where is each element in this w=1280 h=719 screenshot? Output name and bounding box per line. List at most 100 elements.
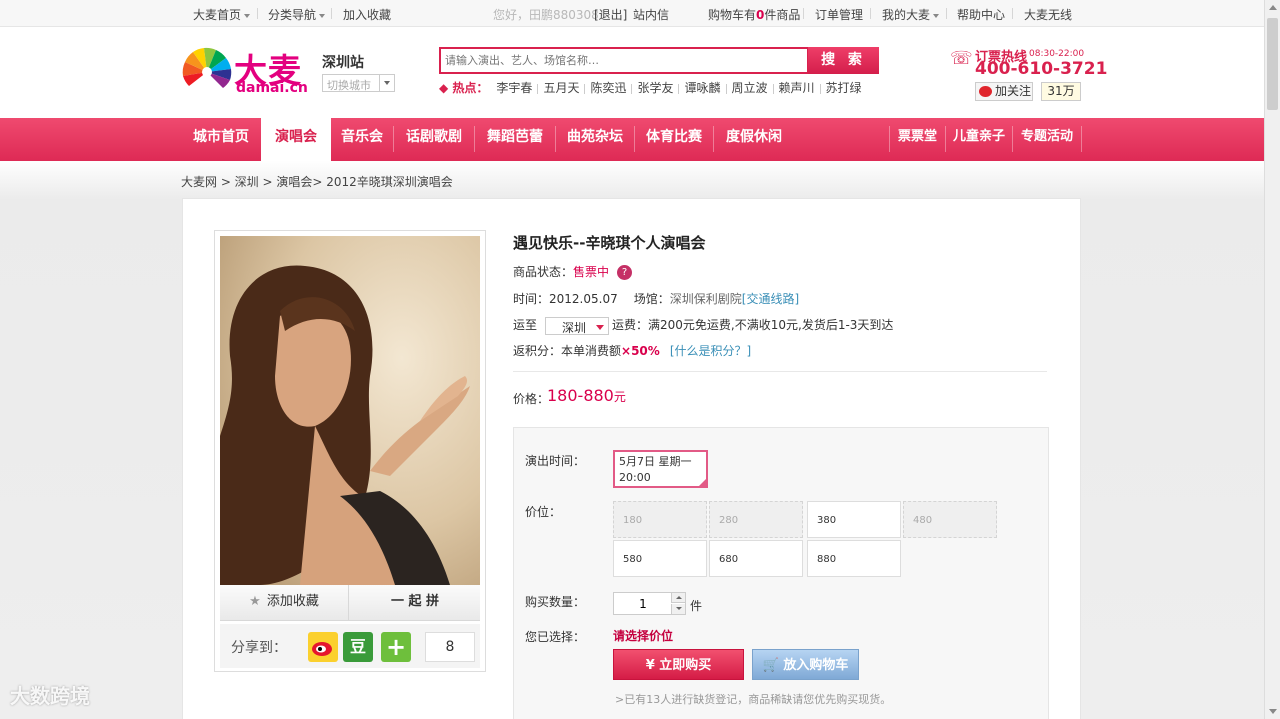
increment-icon[interactable]	[671, 593, 685, 603]
decrement-icon[interactable]	[671, 604, 685, 614]
search-input[interactable]	[441, 49, 807, 72]
nav-sports[interactable]: 体育比赛	[635, 118, 713, 161]
show-time-label: 演出时间：	[525, 454, 586, 468]
watermark: 大数跨境	[10, 684, 90, 708]
quantity-input[interactable]	[614, 593, 672, 614]
nav-piaopiaotang[interactable]: 票票堂	[890, 118, 945, 161]
add-to-cart-button[interactable]: 🛒 放入购物车	[752, 649, 859, 680]
hot-item[interactable]: 陈奕迅	[590, 81, 626, 95]
nav-drama[interactable]: 话剧歌剧	[394, 118, 474, 161]
logout-link[interactable]: [退出]	[594, 6, 627, 23]
hot-item[interactable]: 赖声川	[779, 81, 815, 95]
chosen-label: 您已选择：	[525, 630, 586, 644]
artist-photo[interactable]	[220, 236, 480, 585]
city-switch-select[interactable]: 切换城市	[322, 74, 395, 92]
photo-actions: ★ 添加收藏 一 起 拼	[220, 585, 480, 621]
stock-note: >已有13人进行缺货登记，商品稀缺请您优先购买现货。	[615, 693, 892, 706]
share-bar: 分享到： 豆 + 8	[220, 624, 480, 668]
product-title: 遇见快乐--辛晓琪个人演唱会	[513, 234, 706, 252]
messages-link[interactable]: 站内信	[633, 6, 669, 23]
price-option-180[interactable]: 180	[613, 501, 707, 538]
price-option-380[interactable]: 380	[807, 501, 901, 538]
weibo-icon	[979, 86, 992, 97]
nav-specials[interactable]: 专题活动	[1013, 118, 1081, 161]
logo-flower-icon[interactable]	[181, 46, 233, 94]
my-damai-link[interactable]: 我的大麦	[882, 6, 940, 23]
chevron-down-icon	[319, 13, 326, 18]
status-badge: 售票中	[573, 265, 610, 279]
hot-item[interactable]: 李宇春	[496, 81, 532, 95]
nav-variety[interactable]: 曲苑杂坛	[556, 118, 634, 161]
points-value: ×50%	[621, 344, 660, 358]
weibo-follow-button[interactable]: 加关注	[975, 82, 1033, 101]
hotline-hours: 08:30-22:00	[1029, 49, 1085, 59]
home-link[interactable]: 大麦首页	[193, 6, 251, 23]
points-help-link[interactable]: [什么是积分？]	[670, 344, 751, 358]
ship-city-select[interactable]: 深圳	[545, 316, 610, 335]
search-box[interactable]	[439, 47, 809, 74]
page-scrollbar[interactable]	[1264, 0, 1280, 719]
nav-leisure[interactable]: 度假休闲	[714, 118, 794, 161]
search-button[interactable]: 搜 索	[808, 47, 879, 74]
hot-item[interactable]: 张学友	[637, 81, 673, 95]
scroll-thumb[interactable]	[1267, 18, 1278, 110]
divider	[803, 8, 804, 19]
price-range: 180-880元	[547, 386, 626, 405]
selected-check-icon	[699, 479, 706, 486]
share-count: 8	[425, 632, 475, 662]
category-nav-link[interactable]: 分类导航	[268, 6, 326, 23]
price-option-580[interactable]: 580	[613, 540, 707, 577]
route-link[interactable]: [交通线路]	[742, 292, 799, 306]
divider	[257, 8, 258, 19]
wireless-link[interactable]: 大麦无线	[1024, 6, 1072, 23]
logo-domain[interactable]: damai.cn	[236, 80, 308, 96]
hot-item[interactable]: 谭咏麟	[684, 81, 720, 95]
time-venue-row: 时间：2012.05.07 场馆：深圳保利剧院[交通线路]	[513, 292, 800, 306]
nav-concert[interactable]: 演唱会	[261, 118, 331, 161]
more-share-icon[interactable]: +	[381, 632, 411, 662]
quantity-stepper[interactable]	[613, 592, 686, 615]
artist-photo-illustration	[220, 236, 480, 585]
chevron-down-icon	[596, 324, 605, 330]
phone-icon: ☏	[950, 48, 973, 69]
price-option-280[interactable]: 280	[709, 501, 803, 538]
nav-dance[interactable]: 舞蹈芭蕾	[475, 118, 555, 161]
add-favorite-link[interactable]: 加入收藏	[343, 6, 391, 23]
venue-link[interactable]: 深圳保利剧院	[670, 292, 742, 306]
help-link[interactable]: 帮助中心	[957, 6, 1005, 23]
current-city: 深圳站	[322, 55, 364, 71]
douban-share-icon[interactable]: 豆	[343, 632, 373, 662]
price-option-880[interactable]: 880	[807, 540, 901, 577]
orders-link[interactable]: 订单管理	[815, 6, 863, 23]
breadcrumb[interactable]: 大麦网 > 深圳 > 演唱会> 2012辛晓琪深圳演唱会	[181, 173, 453, 190]
city-switch-label: 切换城市	[327, 79, 371, 92]
scroll-down-icon[interactable]	[1269, 709, 1277, 714]
divider	[331, 8, 332, 19]
hotline-number: 400-610-3721	[975, 59, 1108, 79]
nav-city-home[interactable]: 城市首页	[181, 118, 261, 161]
show-time-option[interactable]: 5月7日 星期一 20:00	[613, 450, 708, 488]
group-buy-button[interactable]: 一 起 拼	[350, 585, 480, 621]
share-label: 分享到：	[231, 640, 287, 656]
nav-kids[interactable]: 儿童亲子	[946, 118, 1012, 161]
cart-link[interactable]: 购物车有0件商品	[708, 6, 800, 23]
cart-icon: 🛒	[762, 658, 784, 673]
weibo-share-icon[interactable]	[308, 632, 338, 662]
follower-count: 31万	[1041, 82, 1081, 101]
hot-item[interactable]: 周立波	[732, 81, 768, 95]
show-date: 2012.05.07	[549, 292, 618, 306]
hot-item[interactable]: 五月天	[543, 81, 579, 95]
nav-music[interactable]: 音乐会	[331, 118, 393, 161]
divider	[1012, 8, 1013, 19]
quantity-label: 购买数量：	[525, 595, 586, 609]
divider	[870, 8, 871, 19]
price-option-680[interactable]: 680	[709, 540, 803, 577]
divider	[946, 8, 947, 19]
status-row: 商品状态：售票中?	[513, 263, 633, 280]
scroll-up-icon[interactable]	[1269, 5, 1277, 10]
help-icon[interactable]: ?	[617, 265, 633, 280]
price-option-480[interactable]: 480	[903, 501, 997, 538]
buy-now-button[interactable]: ¥ 立即购买	[613, 649, 744, 680]
hot-item[interactable]: 苏打绿	[826, 81, 862, 95]
add-favorite-button[interactable]: ★ 添加收藏	[220, 585, 349, 621]
